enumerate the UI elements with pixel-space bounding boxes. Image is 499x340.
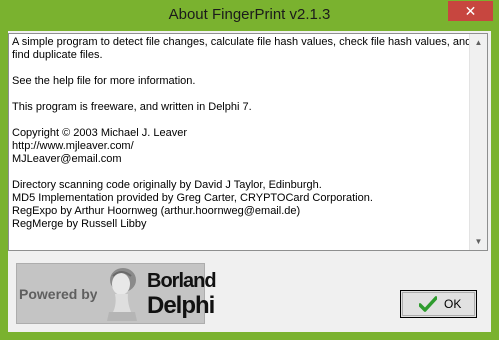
about-text-line <box>12 62 469 75</box>
about-text-line: RegExpo by Arthur Hoornweg (arthur.hoorn… <box>12 205 301 217</box>
close-button[interactable]: ✕ <box>448 1 493 21</box>
close-icon: ✕ <box>464 3 477 19</box>
vertical-scrollbar[interactable]: ▲ ▼ <box>469 34 487 250</box>
logo-delphi-text: Delphi <box>147 292 215 319</box>
about-text-line: MJLeaver@email.com <box>12 153 122 165</box>
logo-borland-text: Borland <box>147 270 217 292</box>
about-text-line: http://www.mjleaver.com/ <box>12 140 134 152</box>
about-text-line: MD5 Implementation provided by Greg Cart… <box>12 192 373 204</box>
about-dialog: About FingerPrint v2.1.3 ✕ A simple prog… <box>0 0 499 340</box>
delphi-bust-icon <box>97 266 145 321</box>
about-text-line <box>12 114 469 127</box>
about-text-line: A simple program to detect file changes,… <box>12 36 472 48</box>
scroll-down-arrow-icon[interactable]: ▼ <box>470 233 487 250</box>
powered-by-delphi-logo: Powered by Borland Delphi <box>16 263 217 324</box>
window-title: About FingerPrint v2.1.3 <box>168 6 331 23</box>
about-text-line: RegMerge by Russell Libby <box>12 218 147 230</box>
about-text-content: A simple program to detect file changes,… <box>12 36 472 231</box>
ok-button-label: OK <box>444 297 462 311</box>
about-text-line <box>12 88 469 101</box>
about-text-line <box>12 166 469 179</box>
dialog-client-area: A simple program to detect file changes,… <box>8 31 491 332</box>
title-bar[interactable]: About FingerPrint v2.1.3 ✕ <box>0 0 499 31</box>
about-text-line: Copyright © 2003 Michael J. Leaver <box>12 127 188 139</box>
about-text-line: See the help file for more information. <box>12 75 196 87</box>
about-text-line: This program is freeware, and written in… <box>12 101 252 113</box>
about-text-box[interactable]: A simple program to detect file changes,… <box>8 33 488 251</box>
scroll-up-arrow-icon[interactable]: ▲ <box>470 34 487 51</box>
check-icon <box>419 296 437 312</box>
logo-powered-by-text: Powered by <box>19 286 98 302</box>
scrollbar-track[interactable] <box>470 51 487 233</box>
about-text-line: Directory scanning code originally by Da… <box>12 179 322 191</box>
ok-button[interactable]: OK <box>400 290 477 318</box>
about-text-line: find duplicate files. <box>12 49 103 61</box>
